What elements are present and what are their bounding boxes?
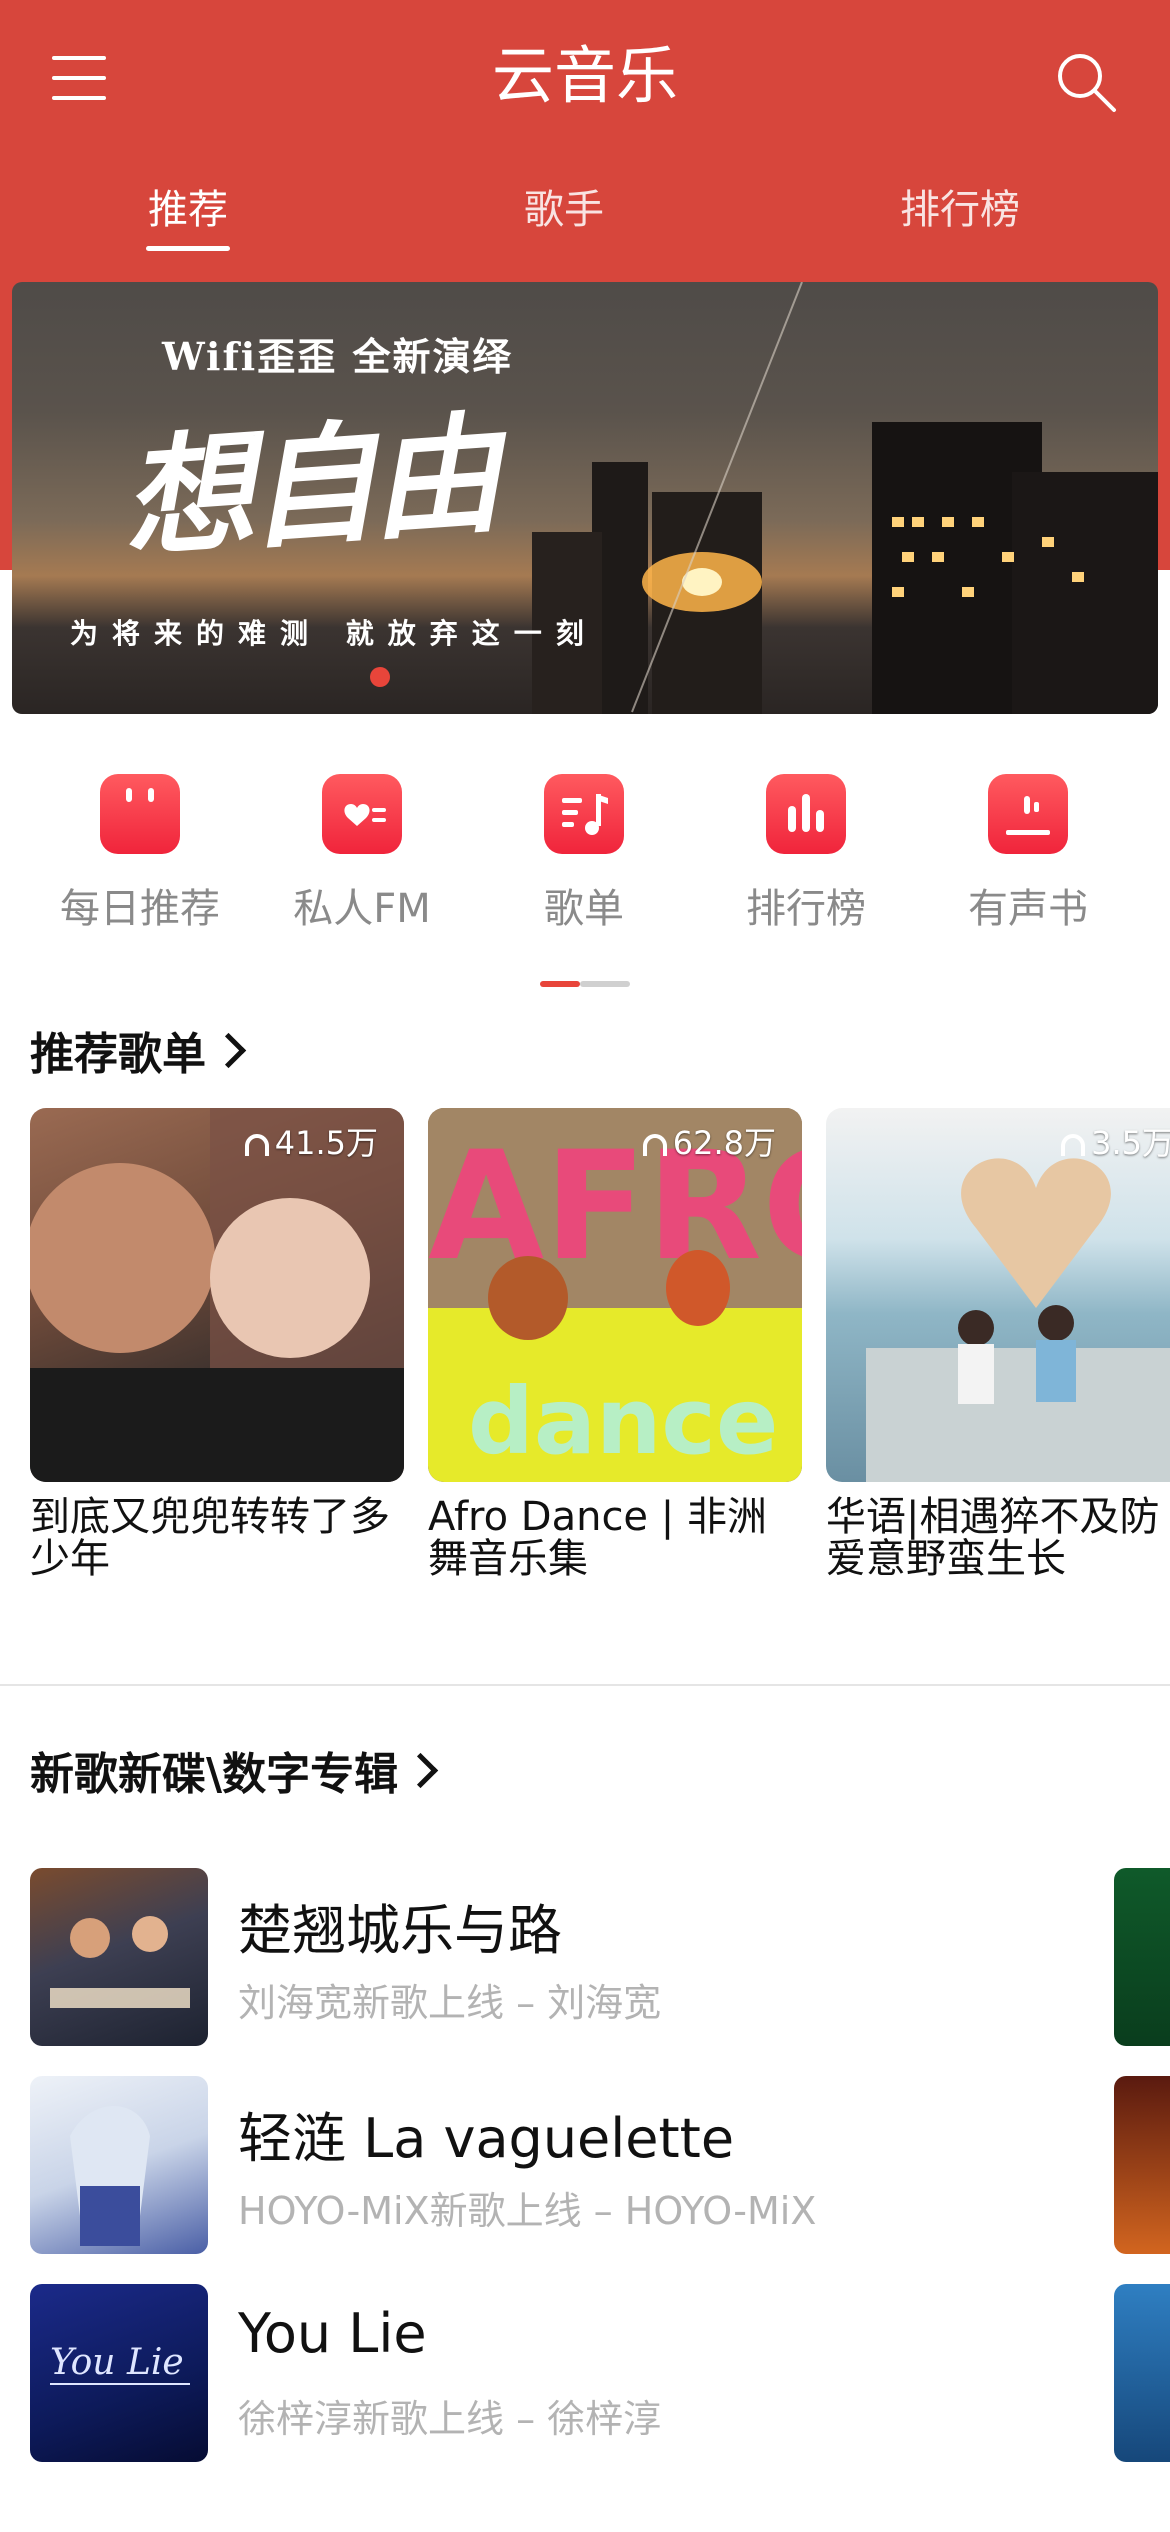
chart-bars-icon (766, 774, 846, 854)
headphones-icon (1061, 1134, 1086, 1156)
album-cover (30, 1868, 208, 2046)
album-row[interactable]: You Lie You Lie 徐梓淳新歌上线 – 徐梓淳 (30, 2284, 1140, 2464)
app-title: 云音乐 (491, 39, 678, 112)
album-subtitle: 徐梓淳新歌上线 – 徐梓淳 (238, 2397, 662, 2441)
playlist-cover: AFRO dance 62.8万 (428, 1108, 802, 1482)
album-title: You Lie (238, 2302, 427, 2365)
quick-entry-fm[interactable]: 私人FM (252, 760, 472, 940)
radio-icon (322, 774, 402, 854)
quick-entry-daily[interactable]: 每日推荐 (30, 760, 250, 940)
tab-singers[interactable]: 歌手 (484, 170, 644, 260)
playlist-card[interactable]: 41.5万 到底又兜兜转转了多少年 (30, 1108, 404, 1588)
playlist-cover: 41.5万 (30, 1108, 404, 1482)
quick-entry-label: 私人FM (293, 886, 431, 932)
search-icon[interactable] (1052, 48, 1122, 118)
quick-entry-playlist[interactable]: 歌单 (474, 760, 694, 940)
album-cover (30, 2076, 208, 2254)
banner-bottom-text: 为将来的难测 就放弃这一刻 (70, 617, 598, 650)
svg-text:You Lie: You Lie (50, 2342, 184, 2383)
next-column-cover[interactable] (1114, 1868, 1170, 2046)
playlist-name: 华语|相遇猝不及防 爱意野蛮生长 (826, 1494, 1160, 1582)
album-cover: You Lie (30, 2284, 208, 2462)
quick-entry-label: 每日推荐 (60, 886, 220, 932)
new-albums-list: 楚翘城乐与路 刘海宽新歌上线 – 刘海宽 轻涟 La vaguelette HO… (0, 1868, 1170, 2468)
tab-charts[interactable]: 排行榜 (880, 170, 1040, 260)
play-count: 3.5万 (1061, 1118, 1170, 1164)
playlist-name: 到底又兜兜转转了多少年 (30, 1494, 390, 1582)
quick-entry-label: 排行榜 (746, 886, 866, 932)
playlist-cover: 3.5万 (826, 1108, 1170, 1482)
chevron-right-icon (402, 1752, 439, 1789)
headphones-icon (642, 1134, 667, 1156)
play-count: 62.8万 (642, 1118, 776, 1164)
quick-entry-charts[interactable]: 排行榜 (696, 760, 916, 940)
album-title: 轻涟 La vaguelette (238, 2107, 735, 2170)
banner-page-dot (370, 667, 390, 687)
playlist-card[interactable]: AFRO dance 62.8万 Afro Dance | 非洲舞音乐集 (428, 1108, 802, 1588)
banner-title: 想自由 (117, 397, 500, 576)
album-title: 楚翘城乐与路 (238, 1899, 562, 1962)
playlist-name: Afro Dance | 非洲舞音乐集 (428, 1494, 767, 1582)
chevron-right-icon (210, 1032, 247, 1069)
section-title-text: 推荐歌单 (30, 1029, 206, 1080)
album-row[interactable]: 楚翘城乐与路 刘海宽新歌上线 – 刘海宽 (30, 1868, 1140, 2048)
quick-entry-label: 歌单 (544, 886, 624, 932)
play-count-text: 41.5万 (274, 1124, 378, 1162)
album-row[interactable]: 轻涟 La vaguelette HOYO-MiX新歌上线 – HOYO-MiX (30, 2076, 1140, 2256)
section-title-text: 新歌新碟\数字专辑 (30, 1749, 399, 1800)
recommended-playlists-heading[interactable]: 推荐歌单 (30, 1018, 247, 1082)
promo-banner[interactable]: Wifi歪歪 全新演绎 想自由 为将来的难测 就放弃这一刻 (12, 282, 1158, 714)
headphones-icon (244, 1134, 269, 1156)
recommended-playlists: 41.5万 到底又兜兜转转了多少年 AFRO dance 62.8万 Afro … (0, 1108, 1170, 1588)
app-header: 云音乐 (0, 0, 1170, 160)
play-count: 41.5万 (244, 1118, 378, 1164)
next-column-cover[interactable] (1114, 2076, 1170, 2254)
quick-entry-label: 有声书 (968, 886, 1088, 932)
album-subtitle: HOYO-MiX新歌上线 – HOYO-MiX (238, 2189, 817, 2233)
audiobook-icon (988, 774, 1068, 854)
quick-entries-scroll-indicator (540, 981, 580, 987)
playlist-card[interactable]: 3.5万 华语|相遇猝不及防 爱意野蛮生长 (826, 1108, 1170, 1588)
play-count-text: 3.5万 (1091, 1124, 1170, 1162)
svg-text:dance: dance (468, 1368, 778, 1475)
quick-entry-audiobook[interactable]: 有声书 (918, 760, 1138, 940)
quick-entries-scroll-track (580, 981, 630, 987)
new-albums-heading[interactable]: 新歌新碟\数字专辑 (30, 1738, 439, 1802)
calendar-icon (100, 774, 180, 854)
quick-entries: 每日推荐 私人FM 歌单 排行榜 有声书 (0, 760, 1170, 940)
next-column-cover[interactable] (1114, 2284, 1170, 2462)
section-divider (0, 1684, 1170, 1686)
play-count-text: 62.8万 (672, 1124, 776, 1162)
album-subtitle: 刘海宽新歌上线 – 刘海宽 (238, 1981, 662, 2025)
active-tab-indicator (146, 246, 230, 251)
playlist-icon (544, 774, 624, 854)
